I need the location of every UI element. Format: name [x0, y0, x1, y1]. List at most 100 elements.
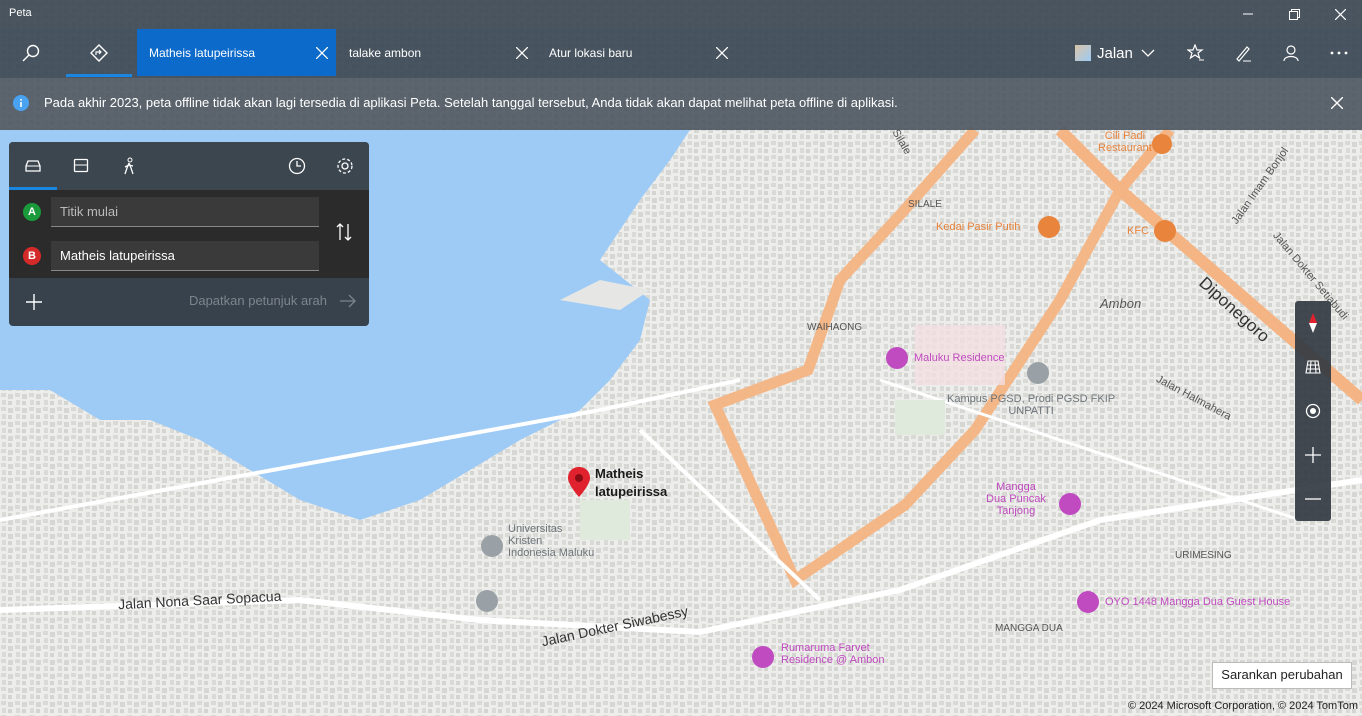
- car-icon: [25, 160, 41, 172]
- clock-icon: [288, 157, 306, 175]
- close-icon: [716, 46, 728, 59]
- directions-button[interactable]: [66, 28, 132, 78]
- mode-transit[interactable]: [57, 142, 105, 190]
- favorites-icon: [1187, 44, 1204, 61]
- account-button[interactable]: [1268, 28, 1314, 78]
- mode-drive[interactable]: [9, 142, 57, 190]
- hotel-icon[interactable]: [1077, 591, 1099, 613]
- poi-mangga-dua-puncak[interactable]: Mangga Dua Puncak Tanjong: [986, 481, 1046, 517]
- my-location-button[interactable]: [1295, 389, 1331, 433]
- hotel-icon[interactable]: [886, 347, 908, 369]
- copyright-text: © 2024 Microsoft Corporation, © 2024 Tom…: [1127, 700, 1358, 712]
- favorites-button[interactable]: [1173, 28, 1219, 78]
- close-icon: [1330, 96, 1344, 110]
- minus-icon: [1305, 498, 1321, 500]
- banner-text: Pada akhir 2023, peta offline tidak akan…: [44, 95, 898, 110]
- map-label-urimesing: URIMESING: [1175, 550, 1232, 561]
- compass-button[interactable]: [1295, 301, 1331, 345]
- gear-icon: [337, 158, 353, 174]
- building-icon[interactable]: [476, 590, 498, 612]
- hotel-icon[interactable]: [752, 646, 774, 668]
- zoom-out-button[interactable]: [1295, 477, 1331, 521]
- waypoint-fields: A Titik mulai B Matheis latupeirissa: [9, 190, 369, 278]
- offline-maps-banner: Pada akhir 2023, peta offline tidak akan…: [0, 78, 1362, 130]
- poi-kedai-pasir-putih[interactable]: Kedai Pasir Putih: [936, 221, 1020, 233]
- pen-icon: [1236, 46, 1251, 62]
- more-button[interactable]: [1316, 28, 1362, 78]
- arrow-right-icon: [340, 294, 356, 307]
- directions-actions: Dapatkan petunjuk arah: [9, 278, 369, 326]
- tab-atur-lokasi[interactable]: Atur lokasi baru: [537, 29, 736, 76]
- start-badge: A: [23, 203, 41, 221]
- map-label-silale-area: SILALE: [908, 199, 942, 210]
- school-icon[interactable]: [1027, 362, 1049, 384]
- poi-kfc[interactable]: KFC: [1127, 225, 1149, 237]
- ink-button[interactable]: [1220, 28, 1266, 78]
- poi-rumaruma[interactable]: Rumaruma Farvet Residence @ Ambon: [781, 642, 885, 666]
- directions-icon: [90, 44, 108, 62]
- coffee-icon[interactable]: [1038, 216, 1060, 238]
- get-directions-button[interactable]: Dapatkan petunjuk arah: [189, 293, 357, 308]
- close-window-button[interactable]: [1317, 0, 1362, 28]
- restaurant-icon[interactable]: [1154, 220, 1176, 242]
- map-label-ambon: Ambon: [1100, 296, 1142, 311]
- zoom-in-button[interactable]: [1295, 433, 1331, 477]
- poi-ukim[interactable]: Universitas Kristen Indonesia Maluku: [508, 523, 594, 559]
- tab-label: Matheis latupeirissa: [149, 45, 256, 60]
- close-icon: [516, 46, 528, 59]
- swap-button[interactable]: [336, 223, 352, 246]
- map-label-mangga-dua: MANGGA DUA: [995, 623, 1063, 634]
- tab-bar: Matheis latupeirissa talake ambon Atur l…: [0, 28, 1362, 78]
- app-title: Peta: [9, 7, 32, 19]
- depart-time-button[interactable]: [273, 142, 321, 190]
- location-pin-icon[interactable]: [567, 466, 591, 498]
- hotel-icon[interactable]: [1059, 493, 1081, 515]
- tab-talake[interactable]: talake ambon: [337, 29, 536, 76]
- map-controls: [1295, 301, 1331, 521]
- poi-maluku-residence[interactable]: Maluku Residence: [914, 352, 1005, 364]
- mode-walk[interactable]: [105, 142, 153, 190]
- title-bar: Peta: [0, 0, 1362, 28]
- restore-button[interactable]: [1271, 0, 1317, 28]
- search-button[interactable]: [8, 28, 54, 78]
- minimize-button[interactable]: [1225, 0, 1271, 28]
- close-tab-button[interactable]: [508, 46, 536, 59]
- active-indicator: [66, 74, 132, 77]
- grid-icon: [1305, 360, 1321, 374]
- poi-cili-padi[interactable]: Cili Padi Restaurant: [1098, 130, 1152, 154]
- selected-pin-label: Matheis latupeirissa: [595, 466, 668, 499]
- route-options-button[interactable]: [321, 142, 369, 190]
- tab-label: talake ambon: [349, 45, 422, 60]
- school-icon[interactable]: [481, 535, 503, 557]
- restaurant-icon[interactable]: [1152, 134, 1172, 154]
- map-3d-button[interactable]: [1295, 345, 1331, 389]
- suggest-change-button[interactable]: Sarankan perubahan: [1212, 662, 1352, 689]
- end-badge: B: [23, 247, 41, 265]
- compass-icon: [1309, 313, 1317, 333]
- tab-matheis[interactable]: Matheis latupeirissa: [137, 29, 336, 76]
- map-style-button[interactable]: Jalan: [1070, 28, 1162, 78]
- close-tab-button[interactable]: [708, 46, 736, 59]
- poi-oyo[interactable]: OYO 1448 Mangga Dua Guest House: [1105, 596, 1290, 608]
- more-icon: [1330, 51, 1348, 55]
- search-icon: [22, 44, 40, 62]
- close-icon: [316, 46, 328, 59]
- get-directions-label: Dapatkan petunjuk arah: [188, 293, 327, 308]
- swap-icon: [336, 223, 352, 241]
- location-icon: [1305, 403, 1321, 419]
- directions-panel: A Titik mulai B Matheis latupeirissa Dap…: [9, 142, 369, 326]
- plus-icon: [26, 294, 42, 310]
- bus-icon: [73, 158, 89, 173]
- person-icon: [1283, 45, 1299, 62]
- info-icon: [13, 95, 29, 111]
- close-tab-button[interactable]: [308, 46, 336, 59]
- end-input[interactable]: Matheis latupeirissa: [51, 241, 319, 271]
- add-stop-button[interactable]: [25, 293, 43, 316]
- map-style-icon: [1075, 45, 1091, 61]
- map-style-label: Jalan: [1097, 44, 1133, 62]
- start-input[interactable]: Titik mulai: [51, 197, 319, 227]
- chevron-down-icon: [1141, 49, 1155, 57]
- banner-close-button[interactable]: [1330, 96, 1344, 112]
- map-label-waihaong: WAIHAONG: [807, 322, 863, 333]
- poi-kampus-pgsd[interactable]: Kampus PGSD, Prodi PGSD FKIP UNPATTI: [947, 393, 1115, 417]
